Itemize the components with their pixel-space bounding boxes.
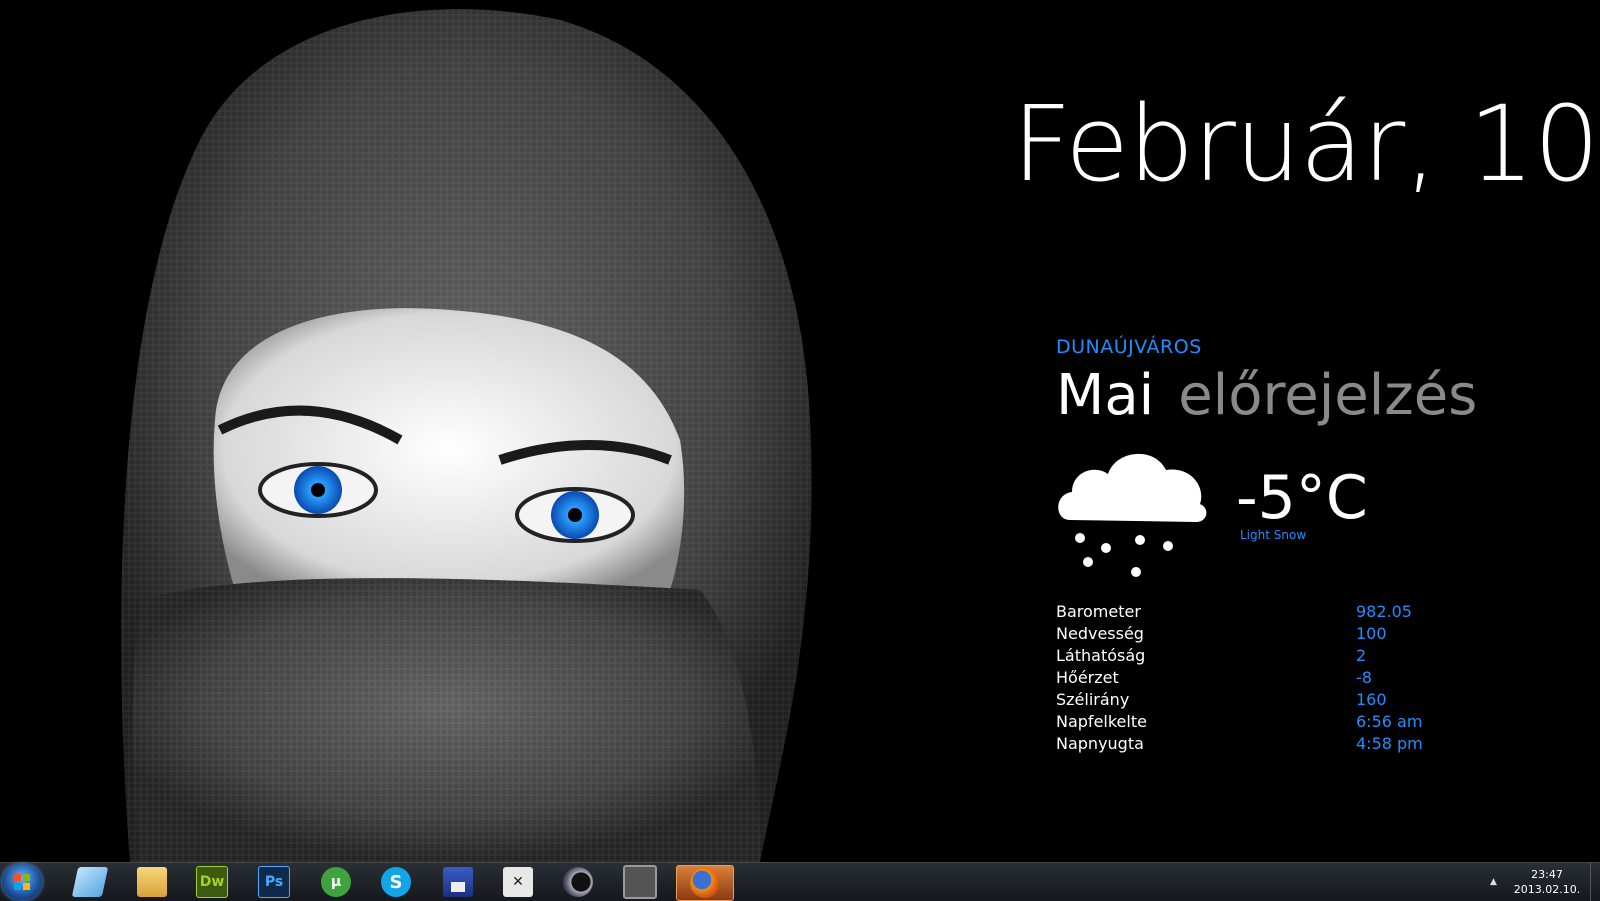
weather-widget: DUNAÚJVÁROS Mai előrejelzés -5°C Light Sn… (1056, 336, 1576, 592)
taskbar-app-dreamweaver[interactable]: Dw (184, 865, 240, 899)
taskbar-app-photoshop[interactable]: Ps (246, 865, 302, 899)
windows-logo-icon (14, 874, 30, 890)
detail-value: 100 (1356, 624, 1387, 643)
date-display: Február, 10 (1012, 83, 1600, 205)
taskbar-app-firefox[interactable] (676, 865, 734, 901)
utorrent-icon: µ (321, 867, 351, 897)
detail-value: 4:58 pm (1356, 734, 1423, 753)
detail-label: Hőérzet (1056, 668, 1119, 687)
taskbar-app-floppy[interactable] (430, 865, 486, 899)
skype-icon: S (381, 867, 411, 897)
file-explorer-icon (137, 867, 167, 897)
detail-row: Szélirány 160 (1056, 690, 1456, 712)
taskbar: Dw Ps µ S ✕ ▲ 23:47 2013.02.10. (0, 862, 1600, 901)
forecast-word-forecast: előrejelzés (1178, 363, 1478, 428)
detail-value: 6:56 am (1356, 712, 1423, 731)
monitor-app-icon (623, 865, 657, 899)
detail-row: Nedvesség 100 (1056, 624, 1456, 646)
weather-details: Barometer 982.05 Nedvesség 100 Láthatóság 2… (1056, 602, 1456, 756)
clock-date: 2013.02.10. (1513, 883, 1581, 896)
detail-label: Szélirány (1056, 690, 1130, 709)
floppy-disk-icon (443, 867, 473, 897)
detail-row: Láthatóság 2 (1056, 646, 1456, 668)
detail-value: 982.05 (1356, 602, 1412, 621)
detail-label: Barometer (1056, 602, 1141, 621)
taskbar-app-utorrent[interactable]: µ (308, 865, 364, 899)
system-clock[interactable]: 23:47 2013.02.10. (1505, 867, 1589, 897)
forecast-heading: Mai előrejelzés (1056, 368, 1576, 424)
detail-value: -8 (1356, 668, 1372, 687)
taskbar-app-moon[interactable] (550, 865, 606, 899)
clock-time: 23:47 (1531, 868, 1563, 881)
taskbar-app-x[interactable]: ✕ (490, 865, 546, 899)
taskbar-app-notepad[interactable] (62, 865, 118, 899)
detail-row: Barometer 982.05 (1056, 602, 1456, 624)
detail-value: 2 (1356, 646, 1367, 665)
taskbar-app-skype[interactable]: S (368, 865, 424, 899)
photoshop-icon: Ps (258, 866, 290, 898)
firefox-icon (690, 868, 720, 898)
detail-label: Nedvesség (1056, 624, 1144, 643)
detail-row: Hőérzet -8 (1056, 668, 1456, 690)
start-button[interactable] (2, 864, 42, 900)
dreamweaver-icon: Dw (196, 866, 228, 898)
show-desktop-button[interactable] (1590, 863, 1600, 901)
taskbar-app-explorer[interactable] (124, 865, 180, 899)
weather-city: DUNAÚJVÁROS (1056, 336, 1202, 358)
snow-cloud-icon (1058, 453, 1207, 577)
forecast-word-today: Mai (1056, 363, 1155, 428)
detail-value: 160 (1356, 690, 1387, 709)
taskbar-app-monitor[interactable] (612, 865, 668, 899)
detail-row: Napfelkelte 6:56 am (1056, 712, 1456, 734)
detail-row: Napnyugta 4:58 pm (1056, 734, 1456, 756)
notepad-icon (71, 867, 109, 897)
detail-label: Napfelkelte (1056, 712, 1147, 731)
temperature-value: -5°C (1236, 463, 1368, 533)
weather-condition: Light Snow (1240, 528, 1307, 542)
detail-label: Napnyugta (1056, 734, 1144, 753)
app-x-icon: ✕ (503, 867, 533, 897)
floppy-label-shape (451, 882, 465, 892)
moon-app-icon (563, 867, 593, 897)
show-hidden-icons-button[interactable]: ▲ (1490, 877, 1497, 887)
detail-label: Láthatóság (1056, 646, 1146, 665)
current-conditions: -5°C Light Snow (1056, 442, 1576, 592)
